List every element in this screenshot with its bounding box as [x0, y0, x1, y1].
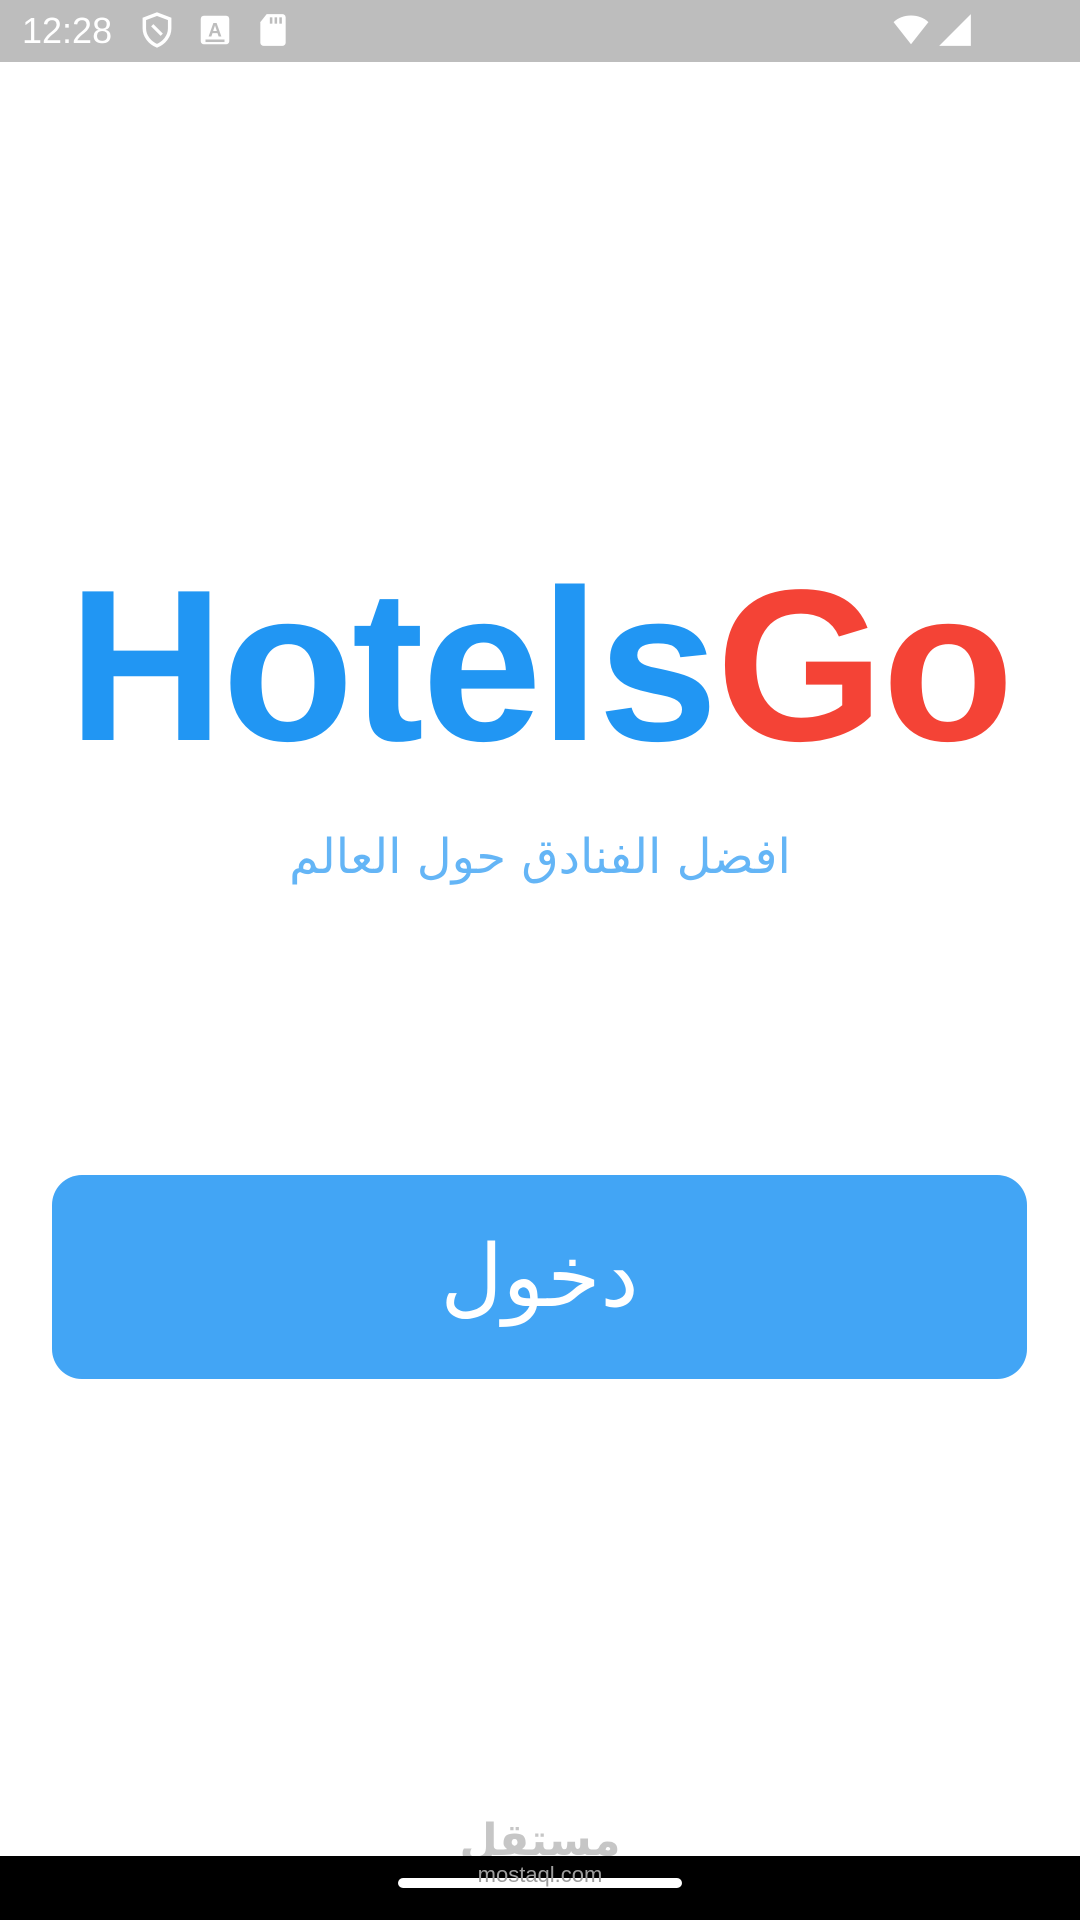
watermark: مستقل mostaql.com — [0, 1818, 1080, 1886]
tagline: افضل الفنادق حول العالم — [289, 829, 791, 885]
logo-text-hotels: Hotels — [67, 544, 718, 786]
status-bar: 12:28 A — [0, 0, 1080, 62]
cellular-signal-icon — [936, 11, 974, 49]
wifi-icon — [890, 11, 932, 49]
shield-icon — [138, 11, 176, 49]
status-time: 12:28 — [22, 10, 113, 51]
login-button-label: دخول — [440, 1227, 639, 1327]
login-button[interactable]: دخول — [52, 1175, 1027, 1379]
logo-text-go: Go — [716, 544, 1014, 786]
app-logo: HotelsGo — [0, 557, 1080, 773]
text-a-icon: A — [196, 11, 234, 49]
sd-card-icon — [254, 11, 292, 49]
svg-text:A: A — [208, 20, 222, 41]
app-screen: 12:28 A HotelsGo افضل الفنادق حول العالم… — [0, 0, 1080, 1920]
watermark-url: mostaql.com — [477, 1862, 603, 1887]
